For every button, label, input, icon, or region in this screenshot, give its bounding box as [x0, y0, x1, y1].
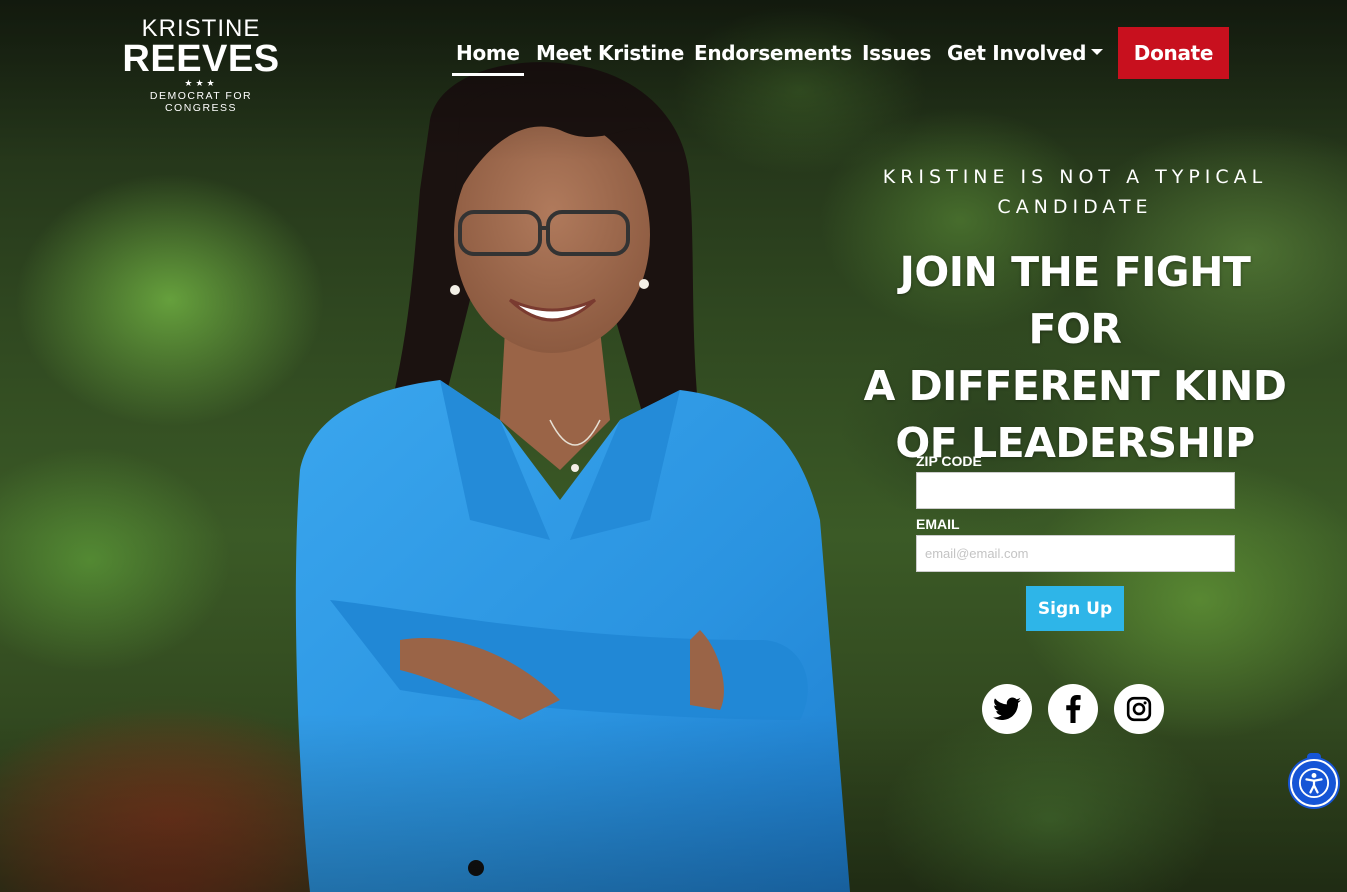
- hero-eyebrow-line-1: KRISTINE IS NOT A TYPICAL: [882, 166, 1268, 188]
- nav-get-involved[interactable]: Get Involved: [947, 40, 1104, 66]
- hero-headline-line-1: JOIN THE FIGHT FOR: [899, 248, 1251, 353]
- instagram-icon: [1126, 696, 1152, 722]
- hero-headline: JOIN THE FIGHT FOR A DIFFERENT KIND OF L…: [850, 244, 1300, 472]
- hero-headline-line-2: A DIFFERENT KIND: [863, 362, 1287, 410]
- zip-code-label: ZIP CODE: [916, 453, 982, 469]
- email-input[interactable]: [916, 535, 1235, 572]
- accessibility-icon: [1298, 767, 1330, 799]
- twitter-icon: [993, 697, 1021, 720]
- donate-button[interactable]: Donate: [1118, 27, 1229, 79]
- instagram-link[interactable]: [1114, 684, 1164, 734]
- nav-get-involved-label: Get Involved: [947, 41, 1087, 65]
- nav-home[interactable]: Home: [452, 40, 524, 76]
- facebook-link[interactable]: [1048, 684, 1098, 734]
- twitter-link[interactable]: [982, 684, 1032, 734]
- sign-up-button[interactable]: Sign Up: [1026, 586, 1124, 631]
- email-label: EMAIL: [916, 516, 960, 532]
- dropdown-caret-icon: [1091, 49, 1104, 55]
- facebook-icon: [1066, 695, 1081, 723]
- accessibility-button[interactable]: [1290, 759, 1338, 807]
- logo-tagline: DEMOCRAT FOR CONGRESS: [149, 90, 253, 114]
- campaign-logo[interactable]: KRISTINE REEVES ★★★ DEMOCRAT FOR CONGRES…: [117, 17, 285, 115]
- nav-issues[interactable]: Issues: [862, 40, 931, 66]
- logo-last-name: REEVES: [122, 38, 280, 80]
- zip-code-input[interactable]: [916, 472, 1235, 509]
- nav-endorsements[interactable]: Endorsements: [694, 40, 852, 66]
- nav-meet-kristine[interactable]: Meet Kristine: [536, 40, 684, 66]
- hero-eyebrow-line-2: CANDIDATE: [997, 196, 1153, 218]
- hero-eyebrow: KRISTINE IS NOT A TYPICAL CANDIDATE: [875, 162, 1275, 222]
